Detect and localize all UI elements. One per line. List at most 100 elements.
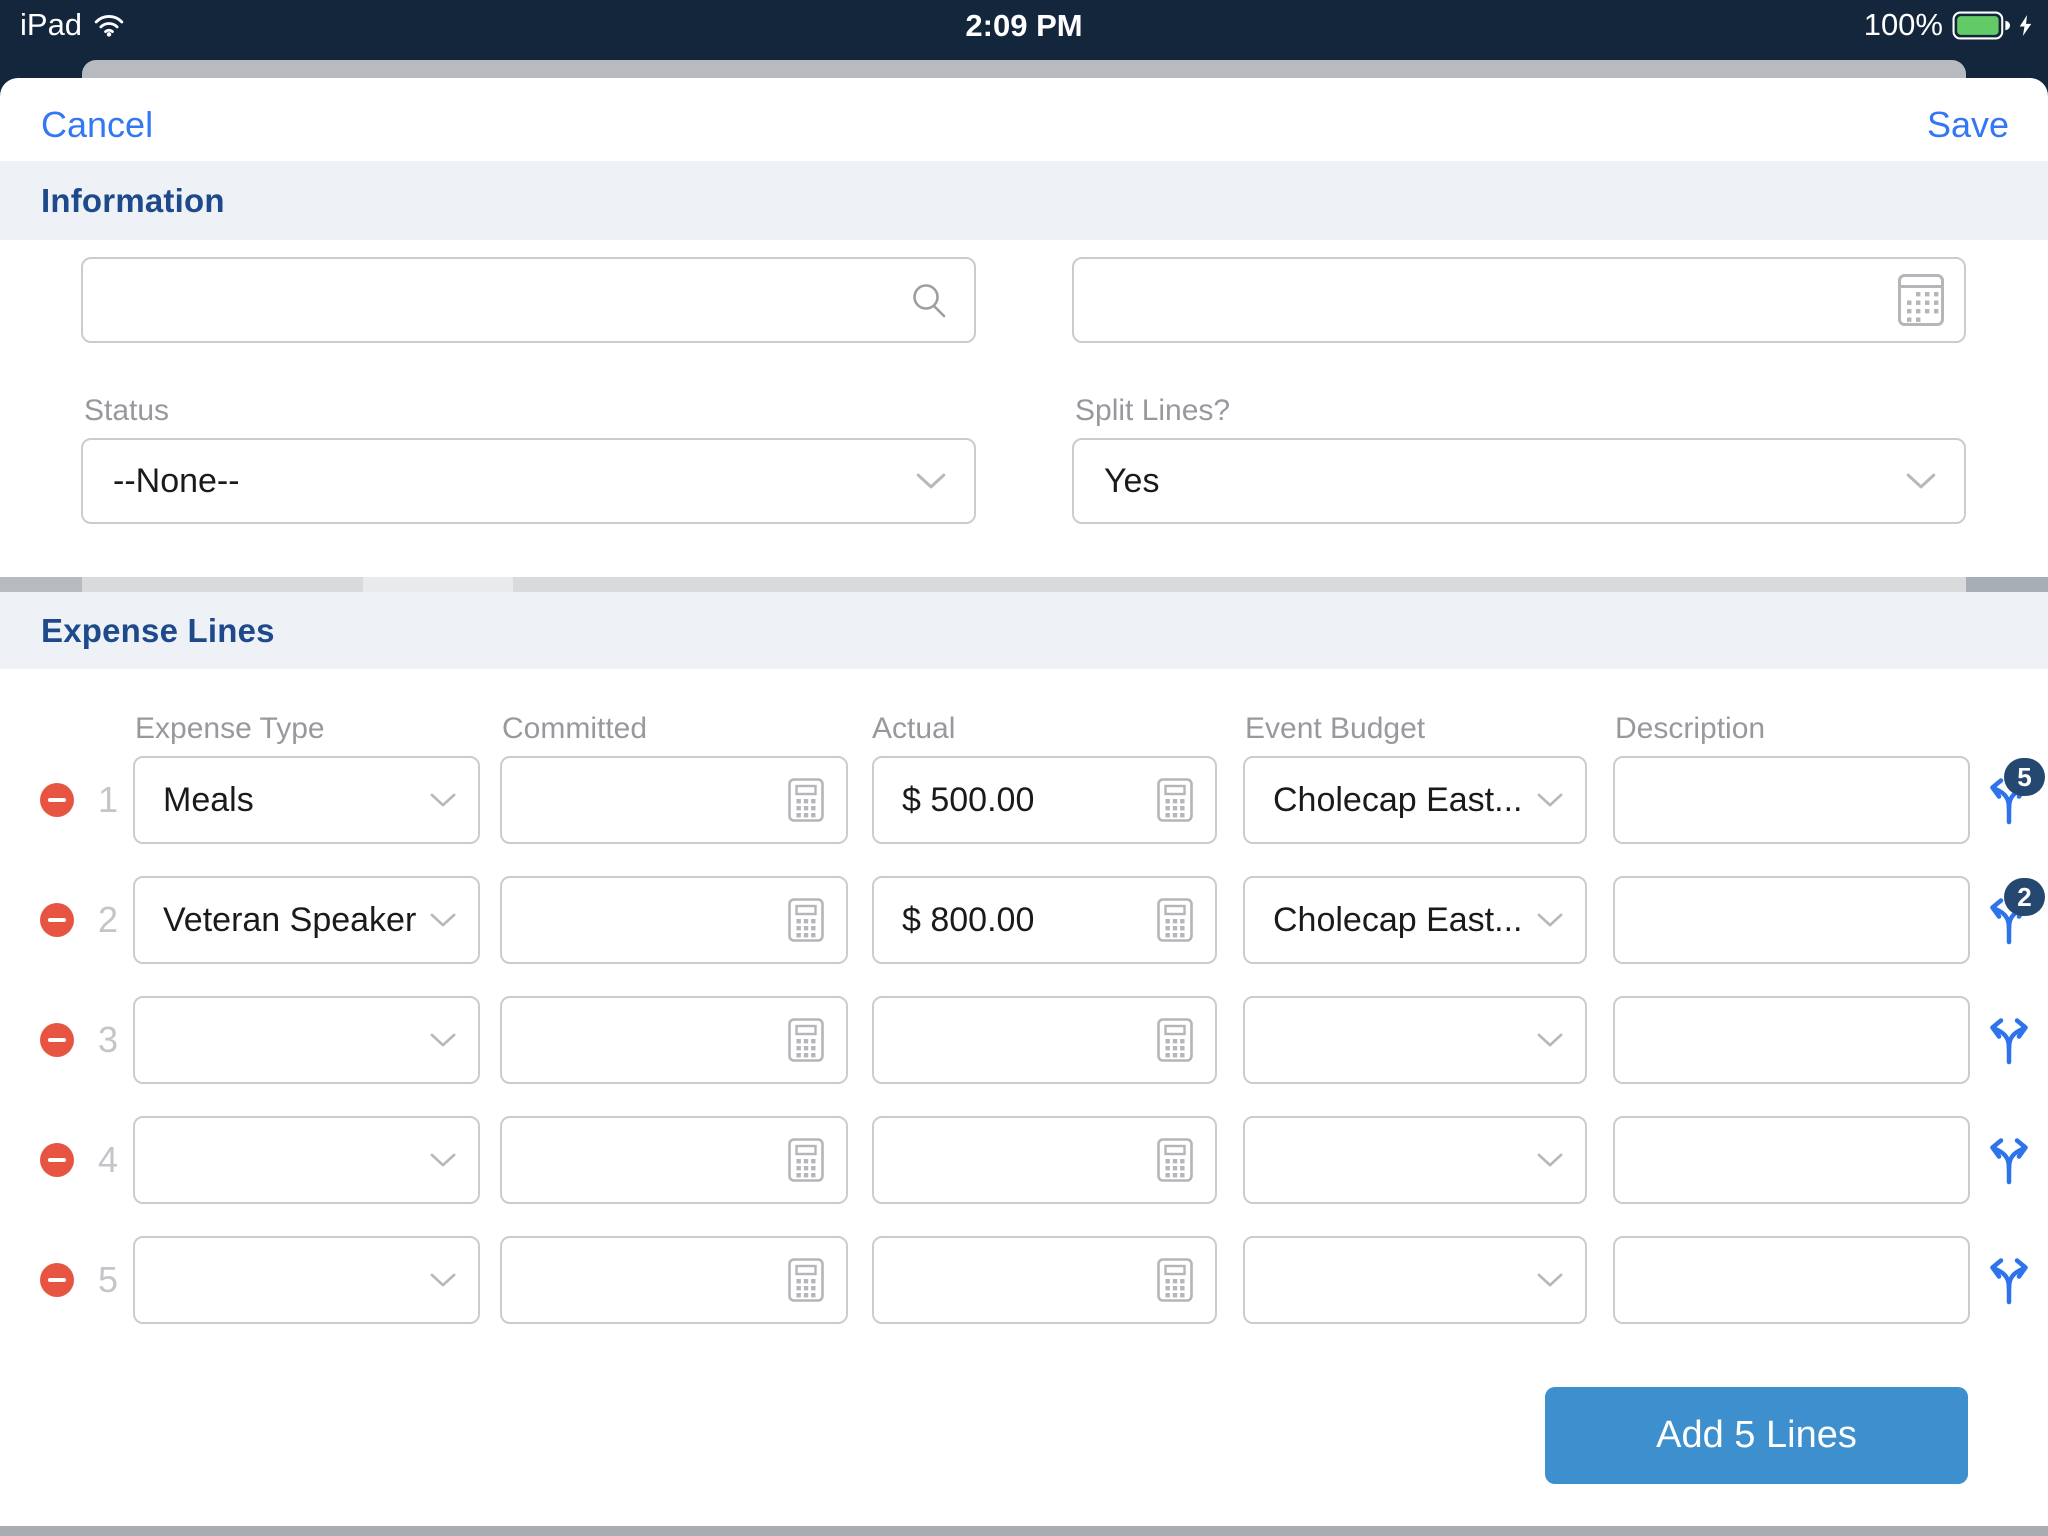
chevron-down-icon xyxy=(430,1033,456,1047)
chevron-down-icon xyxy=(916,473,946,489)
chevron-down-icon xyxy=(1906,473,1936,489)
charging-bolt-icon xyxy=(2019,15,2032,36)
actual-input[interactable]: $ 800.00 xyxy=(872,876,1217,964)
calendar-icon xyxy=(1898,272,1944,328)
description-input[interactable] xyxy=(1613,996,1970,1084)
split-line-button[interactable]: 2 xyxy=(1983,878,2045,946)
split-icon xyxy=(1983,1134,2035,1186)
split-count-badge: 2 xyxy=(2004,878,2045,916)
calculator-icon xyxy=(1157,778,1193,822)
chevron-down-icon xyxy=(1537,793,1563,807)
committed-input[interactable] xyxy=(500,756,848,844)
row-number: 4 xyxy=(97,1139,119,1180)
committed-input[interactable] xyxy=(500,876,848,964)
modal-card: Cancel Save Information Status Split Lin… xyxy=(0,78,2048,1526)
event-budget-select[interactable] xyxy=(1243,1236,1587,1324)
remove-line-button[interactable] xyxy=(40,783,74,817)
calculator-icon xyxy=(788,778,824,822)
information-section-title: Information xyxy=(41,181,225,219)
row-number: 3 xyxy=(97,1019,119,1060)
status-select[interactable]: --None-- xyxy=(81,438,976,524)
remove-line-button[interactable] xyxy=(40,903,74,937)
section-gap xyxy=(0,577,2048,592)
calculator-icon xyxy=(1157,898,1193,942)
status-bar-right: 100% xyxy=(1864,7,2032,43)
split-lines-select[interactable]: Yes xyxy=(1072,438,1966,524)
event-budget-select[interactable]: Cholecap East... xyxy=(1243,756,1587,844)
actual-input[interactable] xyxy=(872,1116,1217,1204)
expense-line-row: 3 xyxy=(0,996,2048,1084)
split-line-button[interactable]: 5 xyxy=(1983,758,2045,826)
gap-segment xyxy=(0,577,82,592)
add-lines-button[interactable]: Add 5 Lines xyxy=(1545,1387,1968,1484)
split-line-button[interactable] xyxy=(1983,1134,2035,1186)
event-budget-select[interactable] xyxy=(1243,1116,1587,1204)
split-line-button[interactable] xyxy=(1983,1254,2035,1306)
battery-icon xyxy=(1952,11,2010,40)
chevron-down-icon xyxy=(1537,1153,1563,1167)
expense-lines-section-header: Expense Lines xyxy=(0,592,2048,669)
clock: 2:09 PM xyxy=(965,8,1083,43)
col-header-description: Description xyxy=(1615,712,1766,745)
screen: iPad 2:09 PM 100% Cancel Save Informatio… xyxy=(0,0,2048,1536)
actual-input[interactable] xyxy=(872,1236,1217,1324)
committed-input[interactable] xyxy=(500,1236,848,1324)
lookup-input[interactable] xyxy=(81,257,976,343)
col-header-event-budget: Event Budget xyxy=(1245,712,1426,745)
calculator-icon xyxy=(1157,1018,1193,1062)
chevron-down-icon xyxy=(430,1273,456,1287)
col-header-expense-type: Expense Type xyxy=(135,712,325,745)
date-input[interactable] xyxy=(1072,257,1966,343)
information-section-header: Information xyxy=(0,161,2048,240)
event-budget-select[interactable]: Cholecap East... xyxy=(1243,876,1587,964)
expense-line-row: 1 Meals $ 500.00 Cholecap East... 5 xyxy=(0,756,2048,844)
chevron-down-icon xyxy=(430,913,456,927)
actual-input[interactable]: $ 500.00 xyxy=(872,756,1217,844)
search-icon xyxy=(910,281,948,319)
row-number: 2 xyxy=(97,899,119,940)
description-input[interactable] xyxy=(1613,1236,1970,1324)
remove-line-button[interactable] xyxy=(40,1023,74,1057)
description-input[interactable] xyxy=(1613,1116,1970,1204)
calculator-icon xyxy=(788,1258,824,1302)
cancel-button[interactable]: Cancel xyxy=(41,104,153,146)
committed-input[interactable] xyxy=(500,996,848,1084)
battery-percent: 100% xyxy=(1863,7,1943,42)
event-budget-select[interactable] xyxy=(1243,996,1587,1084)
background-bottom-edge xyxy=(0,1526,2048,1536)
save-button[interactable]: Save xyxy=(1927,104,2009,146)
chevron-down-icon xyxy=(430,1153,456,1167)
calculator-icon xyxy=(1157,1138,1193,1182)
expense-type-select[interactable]: Veteran Speaker xyxy=(133,876,480,964)
remove-line-button[interactable] xyxy=(40,1263,74,1297)
chevron-down-icon xyxy=(1537,1273,1563,1287)
calculator-icon xyxy=(788,1018,824,1062)
expense-type-select[interactable]: Meals xyxy=(133,756,480,844)
gap-segment xyxy=(1966,577,2048,592)
calculator-icon xyxy=(788,898,824,942)
calculator-icon xyxy=(788,1138,824,1182)
expense-line-row: 5 xyxy=(0,1236,2048,1324)
actual-input[interactable] xyxy=(872,996,1217,1084)
calculator-icon xyxy=(1157,1258,1193,1302)
expense-type-select[interactable] xyxy=(133,996,480,1084)
col-header-actual: Actual xyxy=(872,712,956,745)
description-input[interactable] xyxy=(1613,756,1970,844)
remove-line-button[interactable] xyxy=(40,1143,74,1177)
committed-input[interactable] xyxy=(500,1116,848,1204)
status-label: Status xyxy=(84,394,170,427)
split-count-badge: 5 xyxy=(2004,758,2045,796)
split-icon xyxy=(1983,1254,2035,1306)
chevron-down-icon xyxy=(430,793,456,807)
split-line-button[interactable] xyxy=(1983,1014,2035,1066)
expense-type-select[interactable] xyxy=(133,1116,480,1204)
gap-segment xyxy=(363,577,513,592)
row-number: 1 xyxy=(97,779,119,820)
split-lines-label: Split Lines? xyxy=(1075,394,1231,427)
row-number: 5 xyxy=(97,1259,119,1300)
split-icon xyxy=(1983,1014,2035,1066)
chevron-down-icon xyxy=(1537,913,1563,927)
description-input[interactable] xyxy=(1613,876,1970,964)
col-header-committed: Committed xyxy=(502,712,648,745)
expense-type-select[interactable] xyxy=(133,1236,480,1324)
